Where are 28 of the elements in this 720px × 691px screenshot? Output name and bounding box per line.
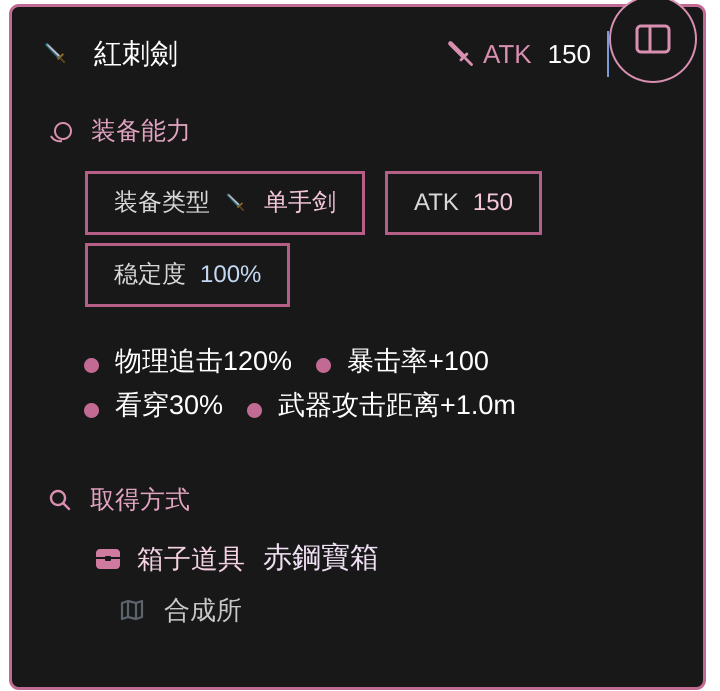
effect-text: 看穿30% [115, 389, 224, 422]
chest-icon [95, 548, 121, 570]
source-name: 赤鋼寶箱 [263, 541, 379, 576]
stat-value: 150 [548, 38, 591, 70]
bullet-icon [84, 358, 99, 374]
bullet-icon [247, 402, 262, 418]
item-title: 紅刺劍 [94, 37, 178, 71]
place-name: 合成所 [164, 594, 242, 626]
bullet-icon [84, 402, 99, 418]
tag-value: 100% [200, 260, 262, 290]
sidebar-icon [635, 24, 671, 54]
swirl-icon [48, 120, 74, 144]
effect-text: 暴击率+100 [347, 344, 489, 378]
bullet-icon [316, 358, 332, 374]
map-icon [120, 599, 144, 621]
tag-label: 稳定度 [114, 260, 186, 290]
tag-label: 装备类型 [114, 188, 210, 218]
tag-value: 150 [472, 188, 513, 218]
effect-text: 武器攻击距离+1.0m [278, 389, 516, 422]
tag-label: ATK [414, 188, 459, 218]
tag-value: 单手剑 [264, 188, 336, 218]
source-category: 箱子道具 [137, 542, 245, 576]
search-icon [48, 488, 72, 512]
stat-label: ATK [482, 38, 532, 70]
section-title: 装备能力 [91, 116, 191, 147]
effect-text: 物理追击120% [115, 344, 292, 378]
sword-icon [446, 40, 475, 68]
section-title: 取得方式 [90, 484, 190, 516]
